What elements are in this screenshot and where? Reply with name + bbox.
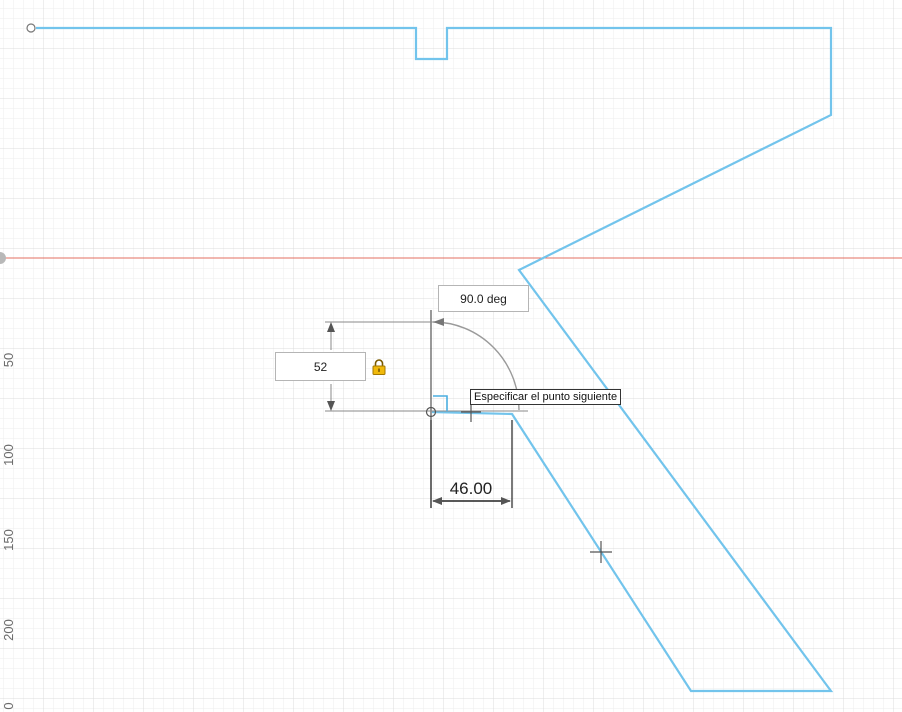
ruler-label-50: 50 (1, 353, 16, 367)
tooltip: Especificar el punto siguiente (470, 389, 622, 405)
ruler-label-0: 0 (1, 702, 16, 709)
lock-icon[interactable] (372, 359, 386, 375)
ruler-label-150: 150 (1, 529, 16, 551)
ruler-label-200: 200 (1, 619, 16, 641)
ruler-label-100: 100 (1, 444, 16, 466)
length-input[interactable]: 52 (275, 352, 366, 381)
dimension-value-46[interactable]: 46.00 (450, 479, 493, 498)
sketch-start-point-icon[interactable] (26, 23, 36, 33)
sketch-canvas[interactable]: 50 100 150 200 0 46.00 (0, 0, 902, 712)
angle-input[interactable]: 90.0 deg (438, 285, 529, 312)
